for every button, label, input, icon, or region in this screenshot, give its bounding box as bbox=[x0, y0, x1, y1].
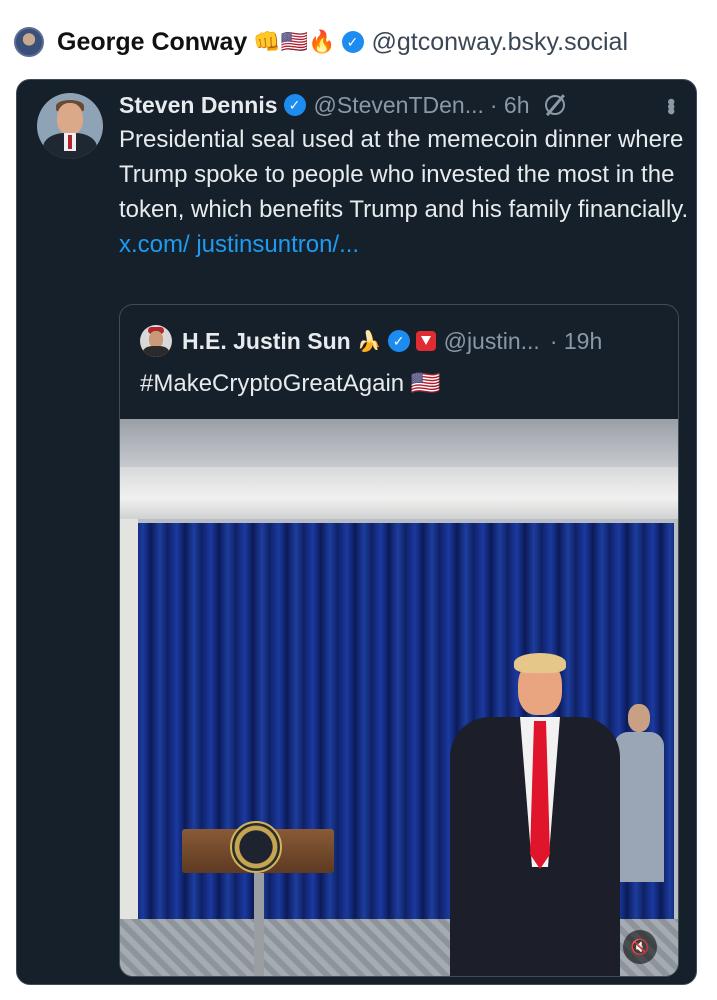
podium-stand bbox=[254, 873, 264, 976]
outer-avatar[interactable] bbox=[14, 27, 44, 57]
quoted-author-name[interactable]: H.E. Justin Sun bbox=[182, 328, 351, 355]
speaker-figure bbox=[450, 653, 620, 976]
video-ceiling bbox=[120, 419, 678, 467]
outer-post-header: George Conway 👊🇺🇸🔥 ✓ @gtconway.bsky.soci… bbox=[14, 22, 717, 62]
author-name[interactable]: Steven Dennis bbox=[119, 92, 278, 119]
quoted-post-text: #MakeCryptoGreatAgain 🇺🇸 bbox=[140, 370, 441, 397]
post-link[interactable]: x.com/ justinsuntron/... bbox=[119, 231, 359, 258]
quoted-post-time[interactable]: · 19h bbox=[550, 328, 602, 355]
outer-author-emojis: 👊🇺🇸🔥 bbox=[253, 29, 336, 54]
quoted-author-emoji: 🍌 bbox=[356, 330, 382, 353]
quoted-author-handle[interactable]: @justin... bbox=[444, 328, 540, 355]
grok-icon[interactable] bbox=[544, 94, 566, 116]
tron-badge-icon bbox=[415, 331, 436, 351]
outer-author-handle[interactable]: @gtconway.bsky.social bbox=[372, 28, 629, 57]
presidential-seal bbox=[230, 821, 282, 873]
background-person bbox=[614, 704, 664, 884]
author-handle[interactable]: @StevenTDen... bbox=[314, 92, 484, 119]
post-header: Steven Dennis ✓ @StevenTDen... · 6h ••• bbox=[119, 88, 684, 122]
quoted-post[interactable]: H.E. Justin Sun 🍌 ✓ @justin... · 19h #Ma… bbox=[119, 304, 679, 977]
post-body: Presidential seal used at the memecoin d… bbox=[119, 126, 689, 223]
post-time[interactable]: · 6h bbox=[490, 92, 530, 119]
verified-badge-icon: ✓ bbox=[387, 330, 410, 352]
mute-icon[interactable]: 🔇 bbox=[623, 930, 657, 964]
quoted-author-avatar[interactable] bbox=[140, 325, 172, 357]
quoted-post-header: H.E. Justin Sun 🍌 ✓ @justin... · 19h bbox=[140, 323, 660, 359]
author-avatar[interactable] bbox=[37, 93, 103, 159]
post-text: Presidential seal used at the memecoin d… bbox=[119, 122, 689, 262]
outer-author-name[interactable]: George Conway bbox=[57, 28, 247, 57]
video-wall bbox=[120, 519, 138, 939]
video-player[interactable]: 🔇 bbox=[120, 419, 678, 976]
more-options-icon[interactable]: ••• bbox=[659, 98, 684, 112]
post-card[interactable]: Steven Dennis ✓ @StevenTDen... · 6h ••• … bbox=[16, 79, 697, 985]
video-cornice bbox=[120, 467, 678, 519]
verified-badge-icon: ✓ bbox=[283, 94, 306, 116]
verified-badge-icon: ✓ bbox=[341, 31, 364, 53]
